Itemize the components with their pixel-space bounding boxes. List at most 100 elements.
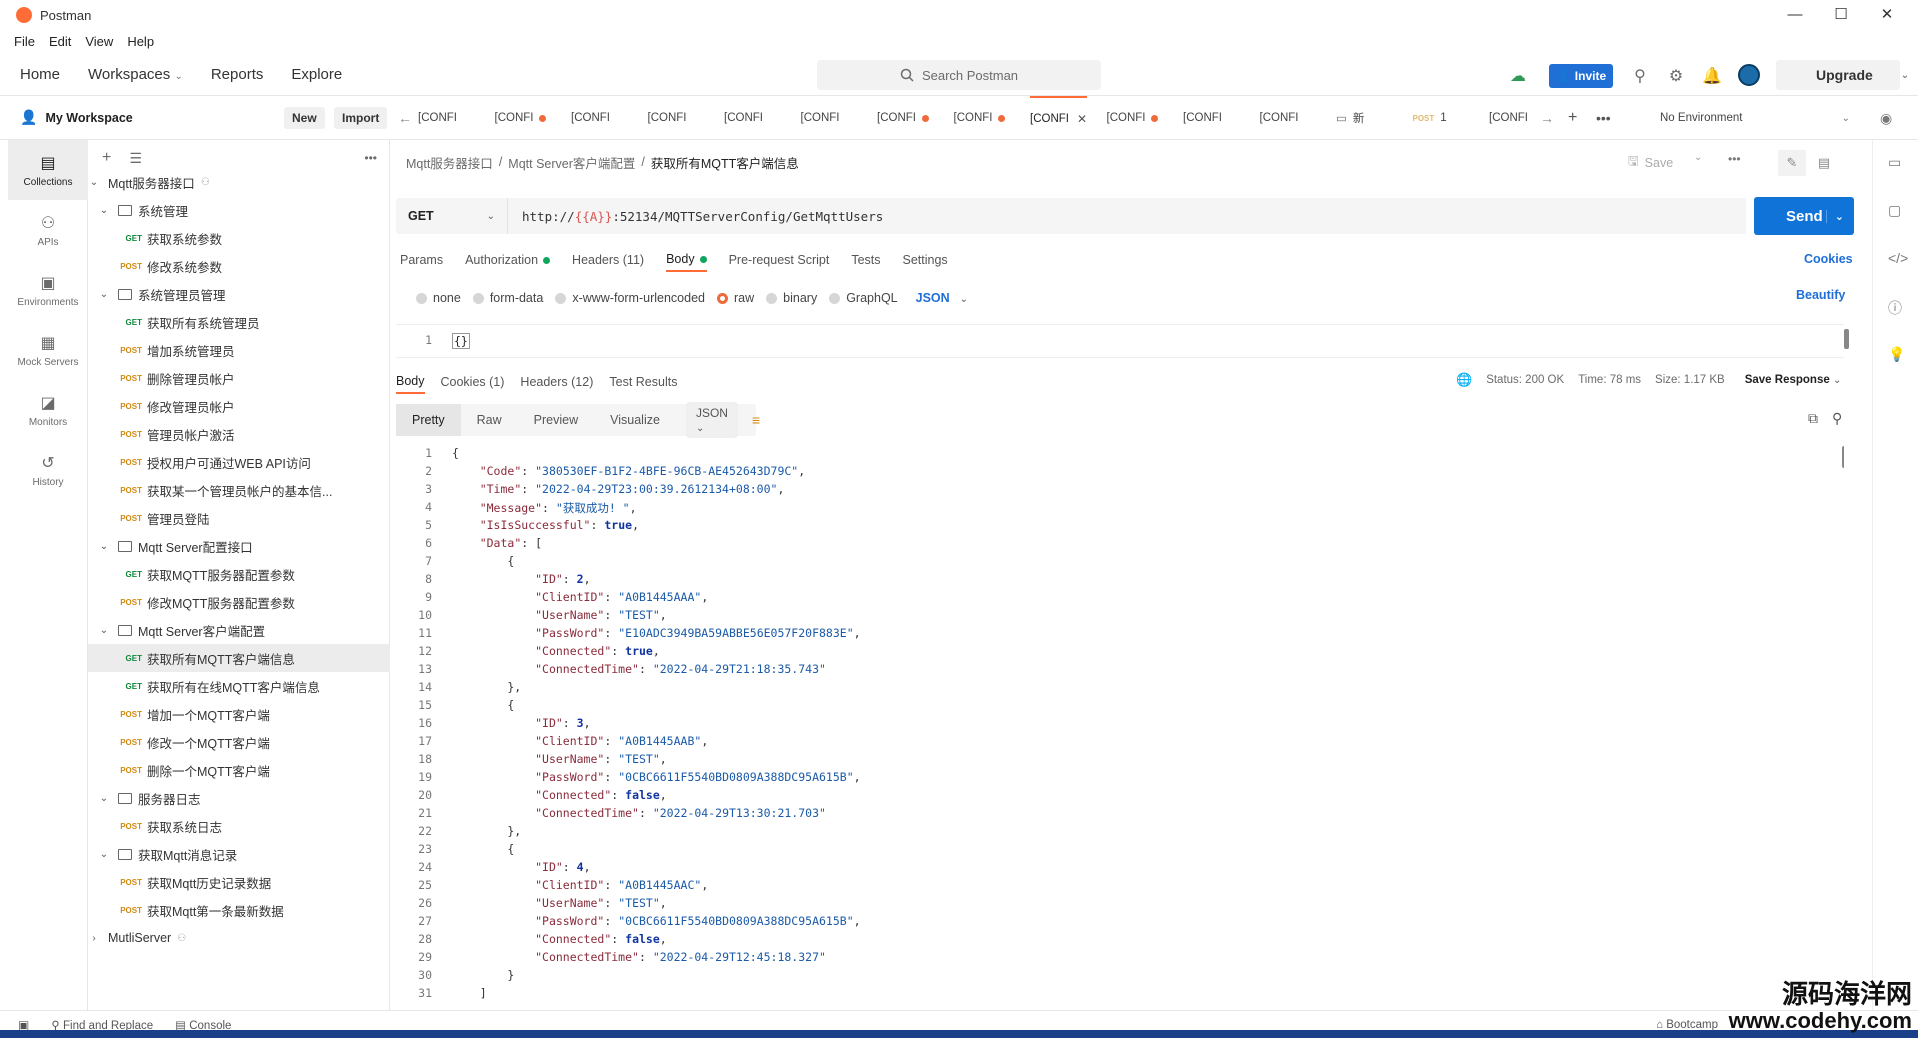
request-item[interactable]: POST 修改MQTT服务器配置参数 [88,588,390,616]
request-item[interactable]: GET 获取所有系统管理员 [88,308,390,336]
nav-reports[interactable]: Reports [211,66,264,83]
body-type-binary[interactable]: binary [754,291,817,305]
sidebar-item-mock-servers[interactable]: ▦ Mock Servers [8,320,88,380]
tab-scroll-left-icon[interactable]: ← [398,96,412,140]
chevron-down-icon[interactable]: ⌄ [98,289,110,300]
view-raw[interactable]: Raw [461,404,518,436]
copy-icon[interactable]: ⧉ [1808,410,1818,427]
body-type-none[interactable]: none [404,291,461,305]
request-item[interactable]: POST 修改一个MQTT客户端 [88,728,390,756]
beautify-link[interactable]: Beautify [1796,288,1845,302]
request-tab[interactable]: ▭ 新 [1336,96,1364,140]
tab-params[interactable]: Params [400,248,443,272]
request-item[interactable]: POST 修改管理员帐户 [88,392,390,420]
request-tab[interactable]: [CONFI [1183,96,1222,140]
folder-item[interactable]: ⌄ 系统管理员管理 [88,280,390,308]
request-item[interactable]: POST 增加系统管理员 [88,336,390,364]
request-tab[interactable]: [CONFI [1107,96,1159,140]
request-item[interactable]: POST 删除管理员帐户 [88,364,390,392]
save-button[interactable]: 🖫 Save [1628,152,1673,173]
folder-item[interactable]: ⌄ Mqtt Server配置接口 [88,532,390,560]
menu-edit[interactable]: Edit [49,34,71,49]
edit-pencil-icon[interactable]: ✎ [1778,150,1806,176]
body-type-form-data[interactable]: form-data [461,291,543,305]
folder-item[interactable]: ⌄ 系统管理 [88,196,390,224]
request-item[interactable]: GET 获取系统参数 [88,224,390,252]
close-tab-icon[interactable]: ✕ [1077,112,1087,126]
documentation-icon[interactable]: ▭ [1888,154,1901,171]
request-item[interactable]: POST 获取Mqtt第一条最新数据 [88,896,390,924]
cookies-link[interactable]: Cookies [1804,252,1853,266]
folder-item[interactable]: ⌄ Mqtt Server客户端配置 [88,616,390,644]
chevron-down-icon[interactable]: ⌄ [98,205,110,216]
view-preview[interactable]: Preview [518,404,594,436]
sidebar-item-monitors[interactable]: ◪ Monitors [8,380,88,440]
tabs-more-icon[interactable]: ••• [1596,96,1611,140]
code-icon[interactable]: </> [1888,250,1908,266]
minimize-button[interactable]: — [1780,4,1810,26]
sidebar-item-environments[interactable]: ▣ Environments [8,260,88,320]
save-options-chevron-icon[interactable]: ⌄ [1694,152,1702,163]
sidebar-item-history[interactable]: ↺ History [8,440,88,500]
response-body-viewer[interactable]: 1{2 "Code": "380530EF-B1F2-4BFE-96CB-AE4… [396,446,1844,1002]
request-item[interactable]: POST 管理员帐户激活 [88,420,390,448]
bell-icon[interactable]: 🔔 [1702,66,1722,86]
eye-icon[interactable]: ◉ [1880,96,1892,140]
method-select[interactable]: GET ⌄ [396,198,508,234]
tab-settings[interactable]: Settings [903,248,948,272]
request-more-icon[interactable]: ••• [1728,152,1741,166]
menu-help[interactable]: Help [127,34,154,49]
tab-tests[interactable]: Tests [851,248,880,272]
add-collection-plus-icon[interactable]: + [102,149,111,167]
close-window-button[interactable]: ✕ [1872,4,1902,26]
satellite-icon[interactable]: ⚲ [1630,66,1650,86]
request-item[interactable]: GET 获取所有在线MQTT客户端信息 [88,672,390,700]
request-tab[interactable]: [CONFI [1489,96,1528,140]
request-item[interactable]: POST 获取某一个管理员帐户的基本信... [88,476,390,504]
upgrade-button[interactable]: Upgrade ⌄ [1776,60,1909,90]
chevron-down-icon[interactable]: ⌄ [88,177,100,188]
tab-authorization[interactable]: Authorization [465,248,551,272]
request-tab[interactable]: [CONFI [954,96,1006,140]
send-button[interactable]: Send ⌄ [1754,197,1854,235]
wrap-lines-icon[interactable]: ≡ [752,412,760,428]
body-type-graphql[interactable]: GraphQL [817,291,898,305]
request-item[interactable]: POST 修改系统参数 [88,252,390,280]
folder-item[interactable]: ⌄ 获取Mqtt消息记录 [88,840,390,868]
sidebar-item-apis[interactable]: ⚇ APIs [8,200,88,260]
lightbulb-icon[interactable]: 💡 [1888,346,1905,363]
breadcrumb-collection[interactable]: Mqtt服务器接口 [406,153,493,172]
chevron-down-icon[interactable]: ⌄ [98,625,110,636]
search-input[interactable]: Search Postman [817,60,1101,90]
bootcamp-button[interactable]: ⌂ Bootcamp [1656,1019,1718,1031]
body-type-x-www-form-urlencoded[interactable]: x-www-form-urlencoded [543,291,705,305]
response-scrollbar[interactable] [1842,446,1844,468]
request-tab[interactable]: [CONFI [648,96,687,140]
request-tab[interactable]: [CONFI [801,96,840,140]
tab-body[interactable]: Body [666,248,707,272]
nav-home[interactable]: Home [20,66,60,83]
request-tab[interactable]: [CONFI ✕ [1030,96,1088,140]
request-tab[interactable]: [CONFI [571,96,610,140]
gear-icon[interactable]: ⚙ [1666,66,1686,86]
request-tab[interactable]: [CONFI [495,96,547,140]
more-options-icon[interactable]: ••• [364,151,377,165]
request-item[interactable]: POST 授权用户可通过WEB API访问 [88,448,390,476]
request-item[interactable]: POST 管理员登陆 [88,504,390,532]
folder-item[interactable]: ⌄ 服务器日志 [88,784,390,812]
view-visualize[interactable]: Visualize [594,404,676,436]
response-tab-cookies[interactable]: Cookies (1) [441,370,505,394]
request-tab[interactable]: [CONFI [877,96,929,140]
request-tab[interactable]: [CONFI [724,96,763,140]
view-pretty[interactable]: Pretty [396,404,461,436]
response-format-select[interactable]: JSON ⌄ [685,402,738,438]
invite-button[interactable]: 👤 Invite [1549,64,1613,88]
comments-icon[interactable]: ▢ [1888,202,1901,219]
new-tab-plus-icon[interactable]: + [1568,96,1577,140]
editor-scrollbar[interactable] [1844,329,1849,349]
maximize-button[interactable]: ☐ [1826,4,1856,26]
url-input[interactable]: http://{{A}}:52134/MQTTServerConfig/GetM… [508,198,1746,234]
request-body-editor[interactable]: 1 {} [396,324,1849,358]
request-item[interactable]: POST 获取系统日志 [88,812,390,840]
menu-view[interactable]: View [85,34,113,49]
